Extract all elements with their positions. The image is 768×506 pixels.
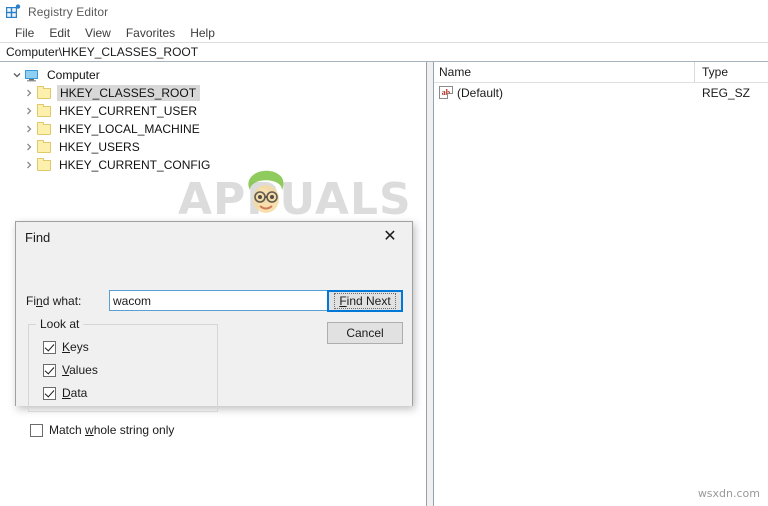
checkbox-data[interactable]: Data — [43, 386, 87, 400]
tree-item-label: HKEY_LOCAL_MACHINE — [59, 122, 200, 136]
checkbox-keys-box[interactable] — [43, 340, 56, 354]
tree-item-label: Computer — [47, 68, 100, 82]
dialog-body: Find what: Find Next Cancel Look at Keys… — [16, 252, 412, 437]
title-bar: Registry Editor — [0, 0, 768, 23]
checkbox-values-label: Values — [62, 363, 98, 377]
string-value-icon: ab — [439, 86, 453, 99]
checkbox-data-label: Data — [62, 386, 88, 400]
value-type-cell: REG_SZ — [702, 85, 751, 100]
find-dialog: Find ✕ Find what: Find Next Cancel Look … — [15, 221, 413, 437]
table-row[interactable]: ab (Default) REG_SZ — [434, 83, 768, 102]
folder-icon — [36, 157, 53, 173]
tree-item-label: HKEY_CLASSES_ROOT — [57, 85, 201, 101]
checkbox-values-box[interactable] — [43, 363, 56, 377]
folder-icon — [36, 85, 53, 101]
menu-bar: File Edit View Favorites Help — [0, 23, 768, 42]
registry-editor-icon — [5, 3, 21, 20]
tree-item-label: HKEY_CURRENT_USER — [59, 104, 198, 118]
dialog-title-bar: Find ✕ — [16, 222, 412, 252]
address-bar[interactable]: Computer\HKEY_CLASSES_ROOT — [0, 42, 768, 62]
registry-editor-window: Registry Editor File Edit View Favorites… — [0, 0, 768, 506]
checkbox-keys-label: Keys — [62, 340, 89, 354]
value-name-cell: ab (Default) — [434, 86, 695, 100]
computer-monitor-icon — [24, 68, 41, 83]
chevron-right-icon[interactable] — [22, 86, 36, 100]
close-icon[interactable]: ✕ — [368, 222, 412, 250]
find-next-button[interactable]: Find Next — [327, 290, 403, 312]
tree-item-hkey-current-user[interactable]: HKEY_CURRENT_USER — [0, 102, 426, 120]
menu-item-favorites[interactable]: Favorites — [119, 25, 183, 41]
tree-item-hkey-classes-root[interactable]: HKEY_CLASSES_ROOT — [0, 84, 426, 102]
menu-item-edit[interactable]: Edit — [42, 25, 78, 41]
folder-icon — [36, 139, 53, 155]
checkbox-match-whole-string[interactable]: Match whole string only — [30, 423, 174, 437]
tree-item-label: HKEY_USERS — [59, 140, 140, 154]
folder-icon — [36, 103, 53, 119]
registry-tree: Computer HKEY_CLASSES_ROOT HKEY_CURRENT_… — [0, 62, 426, 174]
value-name-text: (Default) — [457, 85, 504, 100]
checkbox-data-box[interactable] — [43, 386, 56, 400]
tree-item-hkey-users[interactable]: HKEY_USERS — [0, 138, 426, 156]
look-at-group: Look at Keys Values Data — [28, 317, 218, 412]
dialog-title: Find — [25, 229, 51, 245]
checkbox-match-whole-string-box[interactable] — [30, 423, 43, 437]
menu-item-file[interactable]: File — [8, 25, 42, 41]
cancel-button[interactable]: Cancel — [327, 322, 403, 344]
tree-item-hkey-current-config[interactable]: HKEY_CURRENT_CONFIG — [0, 156, 426, 174]
checkbox-values[interactable]: Values — [43, 363, 98, 377]
folder-icon — [36, 121, 53, 137]
chevron-down-icon[interactable] — [10, 68, 24, 82]
find-input[interactable] — [109, 290, 331, 311]
attribution-text: wsxdn.com — [697, 487, 760, 500]
chevron-right-icon[interactable] — [22, 140, 36, 154]
tree-item-label: HKEY_CURRENT_CONFIG — [59, 158, 211, 172]
checkbox-match-whole-string-label: Match whole string only — [49, 423, 175, 437]
tree-item-computer[interactable]: Computer — [0, 66, 426, 84]
chevron-right-icon[interactable] — [22, 104, 36, 118]
list-header: Name Type — [434, 62, 768, 83]
address-path: Computer\HKEY_CLASSES_ROOT — [6, 45, 199, 59]
window-title: Registry Editor — [28, 4, 109, 19]
column-header-name[interactable]: Name — [434, 62, 695, 82]
tree-item-hkey-local-machine[interactable]: HKEY_LOCAL_MACHINE — [0, 120, 426, 138]
column-header-type[interactable]: Type — [695, 62, 768, 82]
registry-values-pane[interactable]: Name Type ab (Default) REG_SZ — [433, 62, 768, 506]
find-what-label: Find what: — [26, 294, 82, 308]
look-at-legend: Look at — [36, 317, 84, 331]
menu-item-help[interactable]: Help — [183, 25, 223, 41]
chevron-right-icon[interactable] — [22, 122, 36, 136]
menu-item-view[interactable]: View — [78, 25, 119, 41]
checkbox-keys[interactable]: Keys — [43, 340, 89, 354]
chevron-right-icon[interactable] — [22, 158, 36, 172]
